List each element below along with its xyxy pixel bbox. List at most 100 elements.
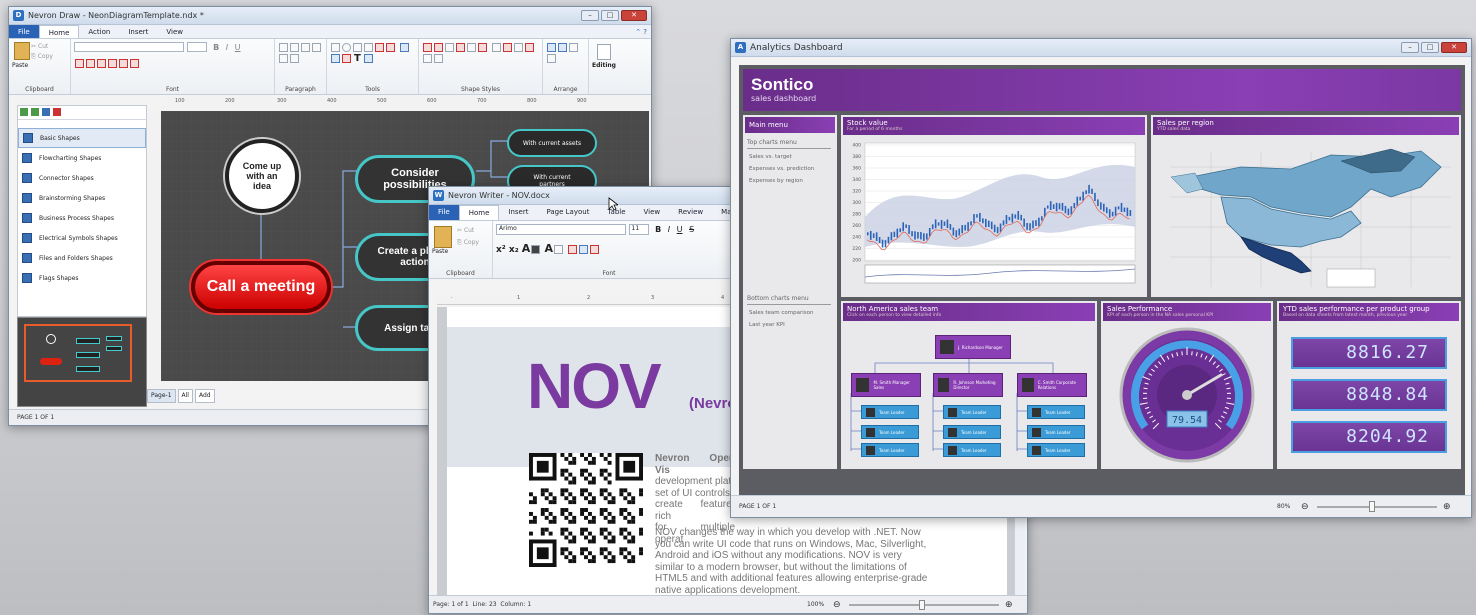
align-right-icon[interactable]: [301, 43, 310, 52]
editing-group[interactable]: Editing: [589, 39, 619, 94]
zoom-slider[interactable]: [1317, 506, 1437, 508]
close-button[interactable]: ✕: [621, 10, 647, 21]
zoom-in-icon[interactable]: ⊕: [1005, 596, 1013, 613]
save-library-icon[interactable]: [42, 108, 50, 116]
fill-icon[interactable]: [423, 43, 432, 52]
italic-button[interactable]: I: [668, 225, 670, 234]
pen-tool-icon[interactable]: [375, 43, 384, 52]
org-leader[interactable]: Team Leader: [861, 405, 919, 419]
analytics-titlebar[interactable]: A Analytics Dashboard – □ ✕: [731, 39, 1471, 57]
shadow-dropdown-icon[interactable]: [478, 43, 487, 52]
delete-library-icon[interactable]: [53, 108, 61, 116]
subscript-icon[interactable]: x₂: [509, 245, 519, 255]
clear-format-icon[interactable]: [590, 245, 600, 254]
connector-tool-icon[interactable]: [386, 43, 395, 52]
tab-action[interactable]: Action: [79, 25, 119, 38]
stroke-icon[interactable]: [445, 43, 454, 52]
pattern-icon[interactable]: [423, 54, 432, 63]
performance-gauge[interactable]: 79.54: [1101, 323, 1273, 469]
image-tool-icon[interactable]: [363, 54, 373, 63]
tab-insert[interactable]: Insert: [119, 25, 157, 38]
pan-zoom-thumbnail[interactable]: [17, 317, 147, 407]
rectangle-tool-icon[interactable]: [331, 43, 340, 52]
org-leader[interactable]: Team Leader: [943, 425, 1001, 439]
line-tool-icon[interactable]: [353, 43, 362, 52]
library-item-connector[interactable]: Connector Shapes: [18, 168, 146, 188]
bold-button[interactable]: B: [213, 43, 219, 52]
minimize-button[interactable]: –: [1401, 42, 1419, 53]
close-button[interactable]: ✕: [1441, 42, 1467, 53]
new-library-icon[interactable]: [20, 108, 28, 116]
pencil-tool-icon[interactable]: [331, 54, 340, 63]
highlight-icon[interactable]: [86, 59, 95, 68]
font-size-select[interactable]: [186, 42, 207, 52]
tab-file[interactable]: File: [429, 205, 459, 220]
help-icon[interactable]: ⌃ ?: [631, 25, 651, 38]
stock-chart[interactable]: 400 380 360 340 320 300 280 260 240 220 200: [841, 137, 1147, 297]
node-idea[interactable]: Come up with an idea: [225, 139, 299, 213]
shading-icon[interactable]: [568, 245, 578, 254]
zoom-out-icon[interactable]: ⊖: [1301, 496, 1309, 517]
font-color-dropdown-icon[interactable]: [531, 245, 541, 254]
copy-button[interactable]: ⎘ Copy: [457, 237, 479, 249]
bring-front-icon[interactable]: [547, 43, 556, 52]
paste-icon[interactable]: [434, 226, 452, 248]
font-family-select[interactable]: Arimo: [496, 224, 626, 235]
freeform-tool-icon[interactable]: [342, 54, 351, 63]
tab-insert[interactable]: Insert: [499, 205, 537, 220]
align-center-icon[interactable]: [290, 43, 299, 52]
library-item-flowcharting[interactable]: Flowcharting Shapes: [18, 148, 146, 168]
stroke-dropdown-icon[interactable]: [456, 43, 465, 52]
tab-file[interactable]: File: [9, 25, 39, 38]
curve-tool-icon[interactable]: [364, 43, 373, 52]
tab-home[interactable]: Home: [38, 25, 80, 38]
bold-button[interactable]: B: [655, 225, 661, 234]
page-tab-1[interactable]: Page-1: [147, 389, 176, 403]
indent-icon[interactable]: [290, 54, 299, 63]
org-leader[interactable]: Team Leader: [1027, 443, 1085, 457]
justify-icon[interactable]: [312, 43, 321, 52]
cut-button[interactable]: ✂ Cut: [457, 225, 479, 237]
line-style-dropdown-icon[interactable]: [502, 43, 512, 52]
group-icon[interactable]: [547, 54, 556, 63]
org-leader[interactable]: Team Leader: [943, 443, 1001, 457]
tab-view[interactable]: View: [157, 25, 192, 38]
tab-page-layout[interactable]: Page Layout: [537, 205, 598, 220]
org-leader[interactable]: Team Leader: [861, 443, 919, 457]
pattern-dropdown-icon[interactable]: [434, 54, 443, 63]
zoom-in-icon[interactable]: ⊕: [1443, 496, 1451, 517]
copy-button[interactable]: ⎘ Copy: [31, 52, 53, 62]
arrow-dropdown-icon[interactable]: [524, 43, 534, 52]
underline-button[interactable]: U: [677, 225, 683, 234]
superscript-icon[interactable]: x²: [496, 245, 506, 255]
page-tab-all[interactable]: All: [177, 389, 193, 403]
align-left-icon[interactable]: [279, 43, 288, 52]
page-tab-add[interactable]: Add: [194, 389, 215, 403]
maximize-button[interactable]: □: [1421, 42, 1439, 53]
sales-map[interactable]: [1151, 137, 1461, 297]
line-style-icon[interactable]: [491, 43, 501, 52]
highlight-dropdown-icon[interactable]: [553, 245, 563, 254]
library-item-business-process[interactable]: Business Process Shapes: [18, 208, 146, 228]
minimize-button[interactable]: –: [581, 10, 599, 21]
text-tool-icon[interactable]: T: [354, 53, 361, 64]
text-effects-icon[interactable]: [119, 59, 128, 68]
menu-expenses-by-region[interactable]: Expenses by region: [743, 175, 837, 187]
library-item-flags[interactable]: Flags Shapes: [18, 268, 146, 288]
menu-last-year-kpi[interactable]: Last year KPI: [743, 319, 837, 331]
paste-icon[interactable]: [14, 42, 30, 60]
bullets-icon[interactable]: [279, 54, 288, 63]
org-member[interactable]: M. Smith Manager Sales: [851, 373, 921, 397]
library-item-files-folders[interactable]: Files and Folders Shapes: [18, 248, 146, 268]
org-leader[interactable]: Team Leader: [943, 405, 1001, 419]
node-assets[interactable]: With current assets: [507, 129, 597, 157]
align-shapes-icon[interactable]: [569, 43, 578, 52]
node-meeting[interactable]: Call a meeting: [191, 261, 331, 313]
italic-button[interactable]: I: [226, 43, 228, 52]
maximize-button[interactable]: □: [601, 10, 619, 21]
menu-sales-team[interactable]: Sales team comparison: [743, 307, 837, 319]
pointer-tool-icon[interactable]: [399, 43, 409, 52]
zoom-slider-thumb[interactable]: [919, 600, 925, 610]
font-color-icon[interactable]: A: [522, 242, 531, 255]
zoom-slider-thumb[interactable]: [1369, 501, 1375, 512]
